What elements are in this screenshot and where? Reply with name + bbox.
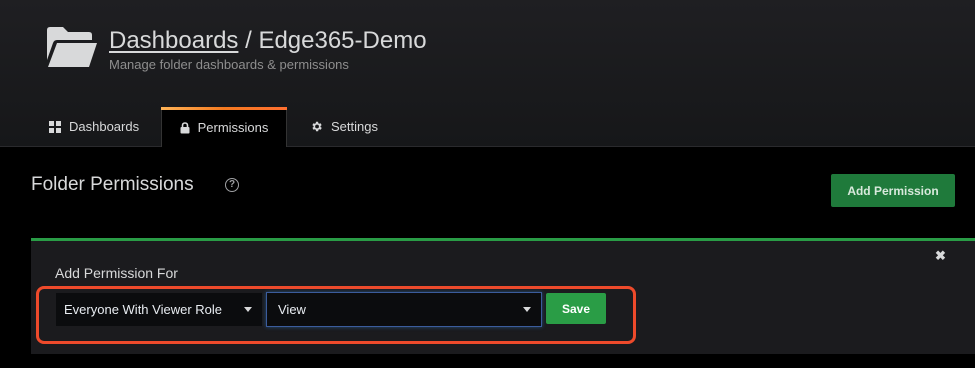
tab-label: Dashboards — [69, 119, 140, 134]
help-icon[interactable]: ? — [225, 178, 239, 192]
permission-select-value: View — [278, 302, 306, 317]
chevron-down-icon — [244, 307, 252, 312]
breadcrumb-dashboards-link[interactable]: Dashboards — [109, 27, 238, 54]
tab-label: Permissions — [197, 120, 269, 135]
breadcrumb-separator: / — [238, 27, 259, 54]
tab-label: Settings — [331, 119, 378, 134]
chevron-down-icon — [523, 307, 531, 312]
folder-name: Edge365-Demo — [258, 27, 427, 54]
role-select[interactable]: Everyone With Viewer Role — [56, 293, 262, 326]
add-permission-label: Add Permission For — [55, 265, 178, 281]
tab-settings[interactable]: Settings — [310, 107, 378, 146]
gear-icon — [310, 120, 323, 133]
folder-open-icon — [47, 27, 97, 67]
permission-select[interactable]: View — [266, 292, 542, 327]
close-icon[interactable]: ✖ — [935, 248, 946, 264]
tab-permissions[interactable]: Permissions — [161, 107, 287, 147]
section-title: Folder Permissions — [31, 174, 194, 195]
page-header: Dashboards / Edge365-Demo Manage folder … — [0, 0, 975, 147]
page-subtitle: Manage folder dashboards & permissions — [109, 57, 349, 72]
add-permission-button[interactable]: Add Permission — [831, 174, 955, 207]
tab-dashboards[interactable]: Dashboards — [49, 107, 139, 146]
grid-icon — [49, 120, 61, 133]
save-button[interactable]: Save — [546, 293, 606, 324]
lock-icon — [180, 121, 190, 134]
page-title: Dashboards / Edge365-Demo — [109, 27, 427, 55]
role-select-value: Everyone With Viewer Role — [64, 302, 222, 317]
